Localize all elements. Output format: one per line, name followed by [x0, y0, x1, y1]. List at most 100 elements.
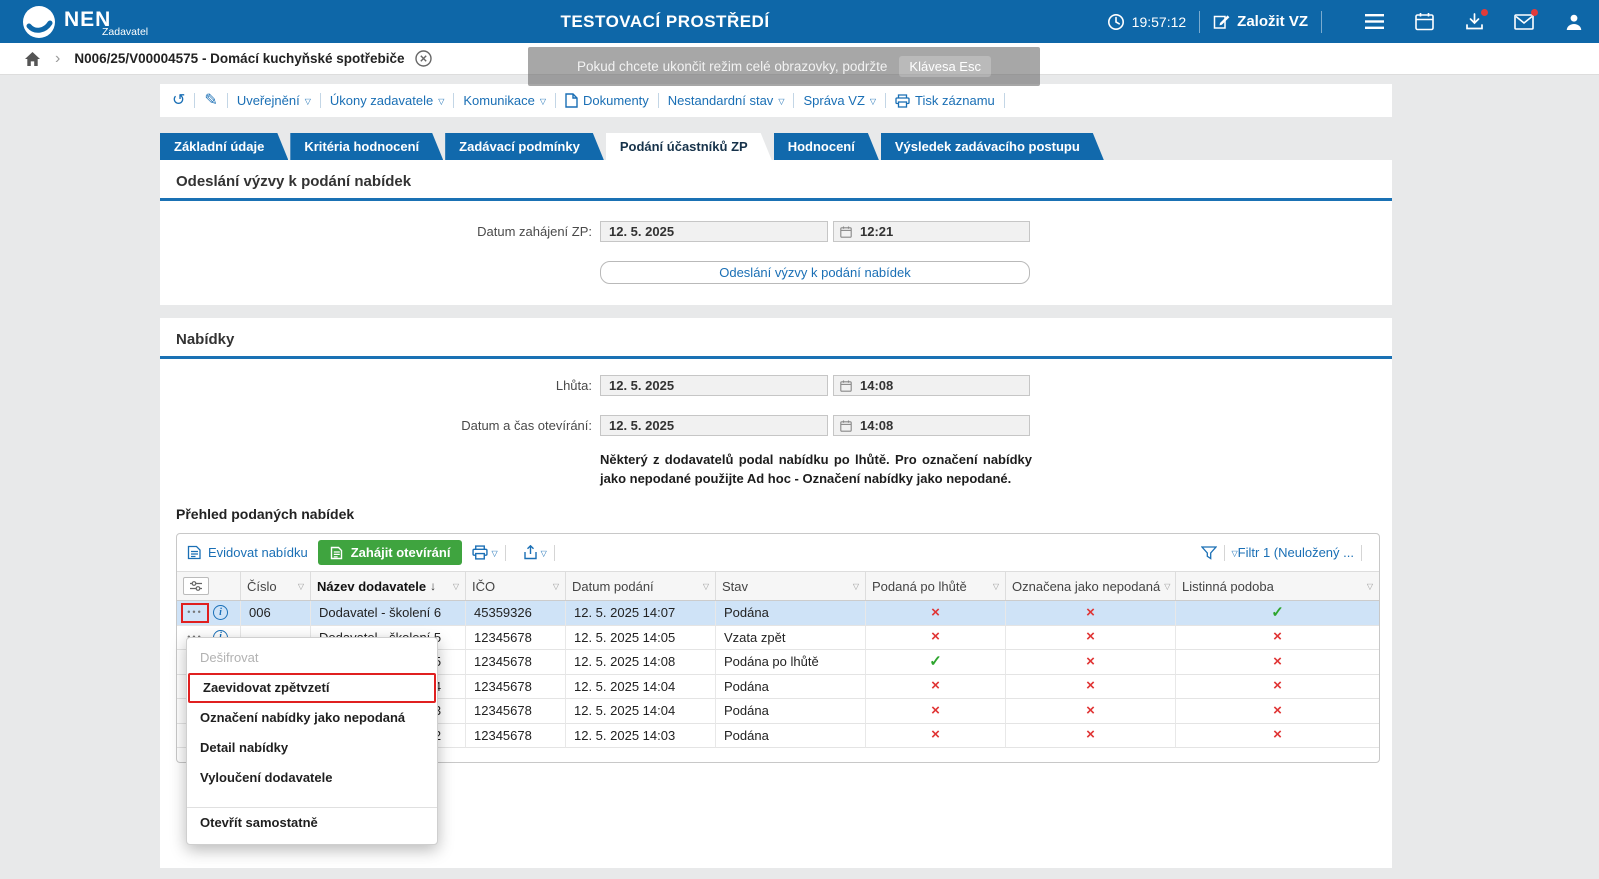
cell-nepodana: × — [1006, 601, 1176, 626]
filter-icon[interactable] — [1200, 545, 1217, 560]
section-title: Nabídky — [176, 331, 235, 348]
filter-caret-icon[interactable]: ▽ — [298, 582, 304, 591]
calendar-small-icon[interactable] — [840, 226, 852, 238]
tab-hodnoceni[interactable]: Hodnocení — [774, 133, 879, 160]
filter-caret-icon[interactable]: ▽ — [453, 582, 459, 591]
start-time-input[interactable]: 12:21 — [833, 221, 1030, 242]
topbar-actions: 19:57:12 Založit VZ — [1107, 0, 1585, 43]
filter-caret-icon[interactable]: ▽ — [1367, 582, 1373, 591]
cell-po-lhute: × — [866, 723, 1006, 748]
breadcrumb-title[interactable]: N006/25/V00004575 - Domácí kuchyňské spo… — [74, 51, 404, 66]
start-date-input[interactable]: 12. 5. 2025 — [600, 221, 828, 242]
tab-vysledek[interactable]: Výsledek zadávacího postupu — [881, 133, 1104, 160]
chevron-down-icon: ▽ — [869, 97, 877, 106]
menu-icon[interactable] — [1363, 11, 1385, 33]
filter-caret-icon[interactable]: ▽ — [853, 582, 859, 591]
cell-listinna: × — [1176, 699, 1379, 724]
calendar-small-icon[interactable] — [840, 380, 852, 392]
record-offer-button[interactable]: Evidovat nabídku — [187, 545, 308, 560]
filter-caret-icon[interactable]: ▽ — [703, 582, 709, 591]
cell-datum: 12. 5. 2025 14:08 — [566, 650, 716, 675]
cell-stav: Podána po lhůtě — [716, 650, 866, 675]
brand-role: Zadavatel — [102, 25, 149, 38]
chevron-down-icon: ▽ — [778, 97, 785, 106]
clock: 19:57:12 — [1107, 13, 1186, 31]
filter-caret-icon[interactable]: ▽ — [1164, 582, 1170, 591]
column-settings-icon[interactable] — [183, 577, 209, 595]
col-stav[interactable]: Stav ▽ — [716, 572, 866, 600]
col-podana-po-lhute[interactable]: Podaná po lhůtě ▽ — [866, 572, 1006, 600]
create-vz-button[interactable]: Založit VZ — [1213, 13, 1308, 30]
deadline-label: Lhůta: — [555, 378, 592, 393]
menu-item-vylouceni-dodavatele[interactable]: Vyloučení dodavatele — [187, 763, 437, 793]
edit-icon[interactable]: ✎ — [204, 92, 217, 109]
col-oznacena-nepodana[interactable]: Označena jako nepodaná ▽ — [1006, 572, 1176, 600]
user-icon[interactable] — [1563, 11, 1585, 33]
menu-dokumenty[interactable]: Dokumenty — [565, 93, 649, 108]
menu-nestandardni-stav[interactable]: Nestandardní stav ▽ — [668, 93, 785, 108]
deadline-time-input[interactable]: 14:08 — [833, 375, 1030, 396]
send-invitation-button[interactable]: Odeslání výzvy k podání nabídek — [600, 261, 1030, 284]
print-table-icon[interactable]: ▽ — [472, 545, 498, 560]
undo-icon[interactable]: ↺ — [172, 92, 185, 109]
calendar-small-icon[interactable] — [840, 420, 852, 432]
tab-podani-ucastniku[interactable]: Podání účastníků ZP — [606, 133, 772, 160]
menu-uverejneni[interactable]: Uveřejnění ▽ — [237, 93, 311, 108]
opening-time-input[interactable]: 14:08 — [833, 415, 1030, 436]
menu-ukony-zadavatele[interactable]: Úkony zadavatele ▽ — [330, 93, 445, 108]
tab-zakladni-udaje[interactable]: Základní údaje — [160, 133, 288, 160]
menu-tisk-zaznamu[interactable]: Tisk záznamu — [895, 93, 995, 108]
opening-label: Datum a čas otevírání: — [461, 418, 592, 433]
start-datetime-control: 12. 5. 2025 12:21 — [600, 221, 1030, 242]
cell-datum: 12. 5. 2025 14:05 — [566, 625, 716, 650]
cell-stav: Podána — [716, 674, 866, 699]
cell-ico: 12345678 — [466, 699, 566, 724]
opening-datetime-control: 12. 5. 2025 14:08 — [600, 415, 1030, 436]
menu-item-zaevidovat-zpetvzeti[interactable]: Zaevidovat zpětvzetí — [188, 673, 436, 703]
topbar-separator — [1199, 10, 1201, 33]
cell-po-lhute: × — [866, 601, 1006, 626]
late-offer-warning: Některý z dodavatelů podal nabídku po lh… — [600, 452, 1032, 486]
table-row[interactable]: ••• i 006 Dodavatel - školení 6 45359326… — [177, 601, 1379, 626]
download-icon[interactable] — [1463, 8, 1488, 33]
section-title: Odeslání výzvy k podání nabídek — [176, 173, 412, 190]
active-filter-label[interactable]: Filtr 1 (Neuložený ... — [1238, 545, 1354, 560]
cell-listinna: × — [1176, 626, 1379, 650]
menu-item-otevrit-samostatne[interactable]: Otevřít samostatně — [187, 808, 437, 838]
toast-text: Pokud chcete ukončit režim celé obrazovk… — [577, 59, 888, 74]
cell-datum: 12. 5. 2025 14:07 — [566, 601, 716, 626]
opening-date-input[interactable]: 12. 5. 2025 — [600, 415, 828, 436]
col-ico[interactable]: IČO ▽ — [466, 572, 566, 600]
brand[interactable]: NEN Zadavatel — [22, 5, 148, 39]
tab-zadavaci-podminky[interactable]: Zadávací podmínky — [445, 133, 604, 160]
menu-item-detail-nabidky[interactable]: Detail nabídky — [187, 733, 437, 763]
home-icon[interactable] — [24, 51, 41, 67]
menu-item-oznaceni-nepodana[interactable]: Označení nabídky jako nepodaná — [187, 703, 437, 733]
col-cislo[interactable]: Číslo ▽ — [241, 572, 311, 600]
col-listinna-podoba[interactable]: Listinná podoba ▽ — [1176, 572, 1379, 600]
filter-caret-icon[interactable]: ▽ — [993, 582, 999, 591]
cell-listinna: × — [1176, 650, 1379, 675]
export-icon[interactable]: ▽ — [523, 545, 547, 560]
calendar-icon[interactable] — [1413, 11, 1435, 33]
close-icon[interactable] — [414, 50, 432, 67]
row-context-menu: Dešifrovat Zaevidovat zpětvzetí Označení… — [186, 637, 438, 845]
open-offers-icon — [330, 546, 344, 560]
cell-stav: Podána — [716, 601, 866, 626]
document-icon — [565, 93, 578, 108]
menu-komunikace[interactable]: Komunikace ▽ — [463, 93, 546, 108]
row-menu-button[interactable]: ••• — [183, 605, 207, 621]
menu-sprava-vz[interactable]: Správa VZ ▽ — [803, 93, 876, 108]
tab-kriteria-hodnoceni[interactable]: Kritéria hodnocení — [290, 133, 443, 160]
deadline-date-input[interactable]: 12. 5. 2025 — [600, 375, 828, 396]
start-opening-button[interactable]: Zahájit otevírání — [317, 540, 463, 565]
col-nazev-dodavatele[interactable]: Název dodavatele ↓ ▽ — [311, 572, 466, 600]
cell-nepodana: × — [1006, 723, 1176, 748]
section-rule — [160, 198, 1392, 201]
filter-caret-icon[interactable]: ▽ — [553, 582, 559, 591]
info-icon[interactable]: i — [213, 605, 228, 621]
mail-icon[interactable] — [1513, 8, 1538, 33]
nen-logo-icon — [22, 5, 56, 39]
col-datum-podani[interactable]: Datum podání ▽ — [566, 572, 716, 600]
cell-nepodana: × — [1006, 625, 1176, 650]
